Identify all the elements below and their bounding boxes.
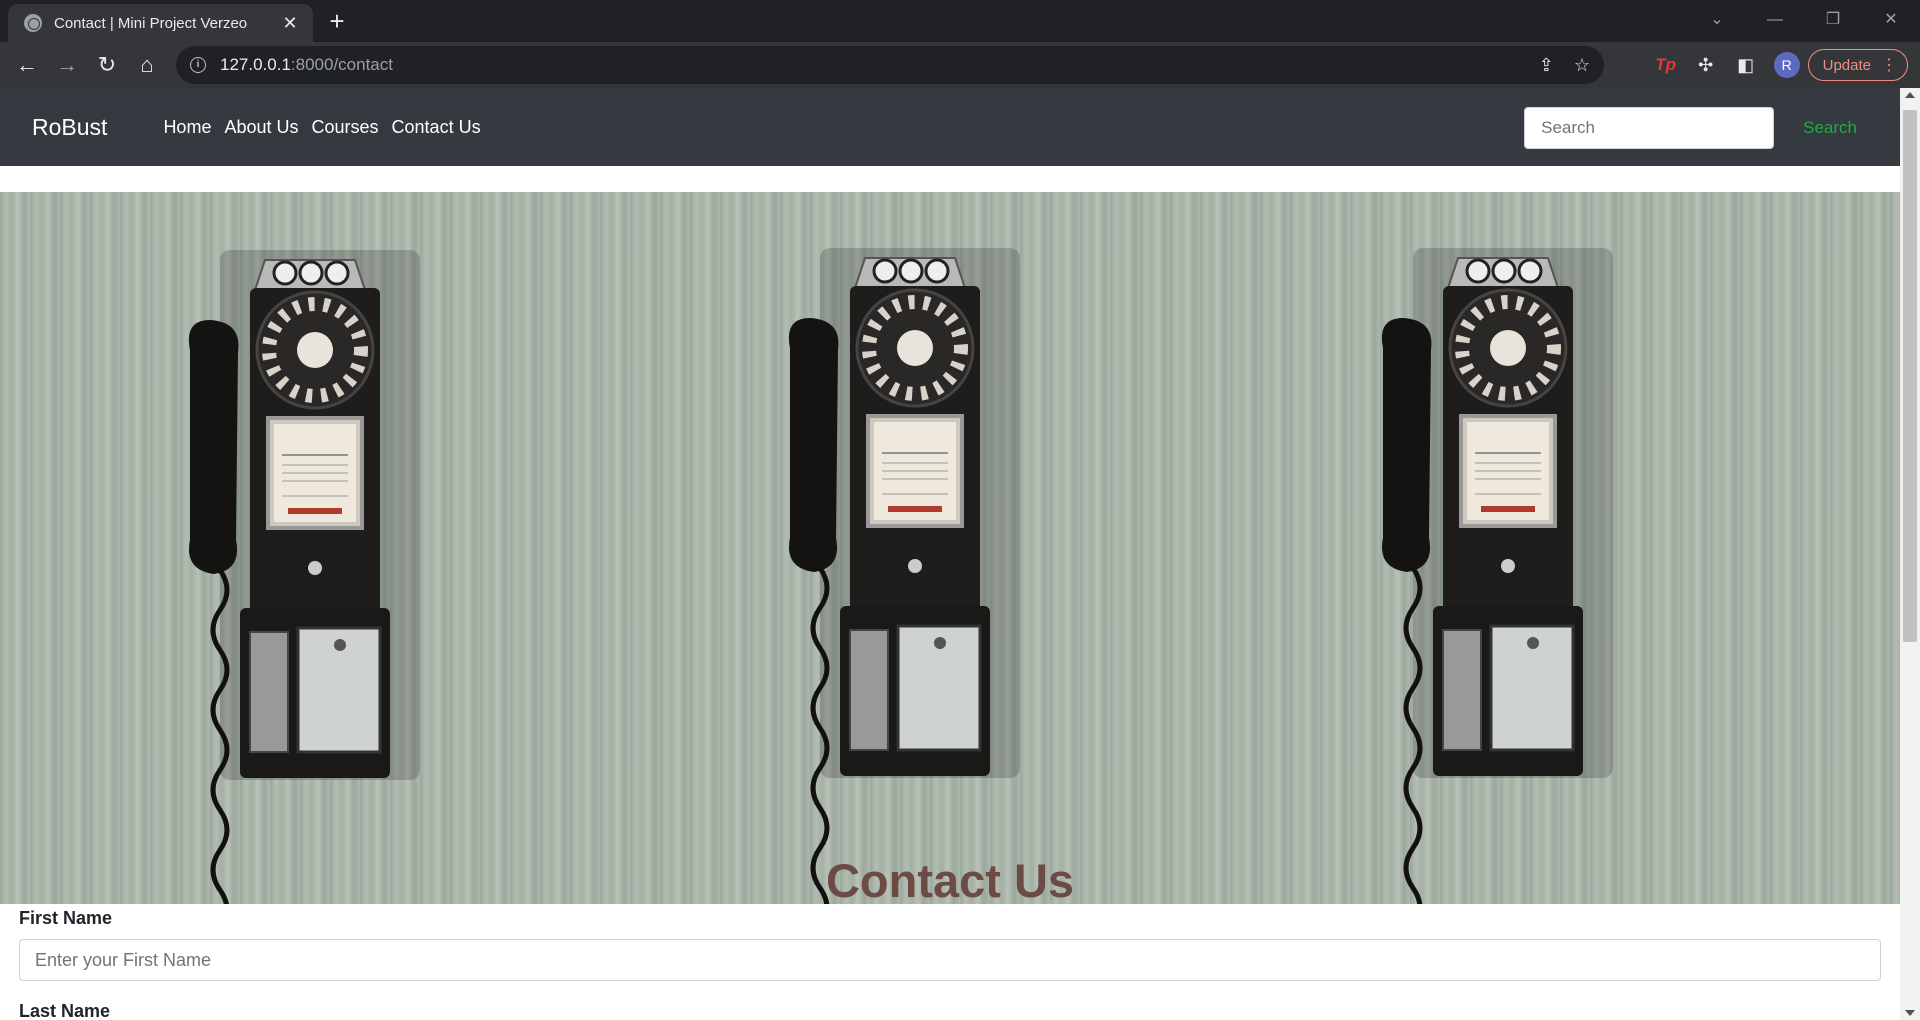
browser-toolbar: ← → ↻ ⌂ i 127.0.0.1 :8000/contact ⇪ ☆ Tp… — [0, 42, 1920, 88]
share-icon[interactable]: ⇪ — [1539, 55, 1554, 76]
update-button[interactable]: Update ⋮ — [1807, 49, 1908, 81]
tab-search-icon[interactable]: ⌄ — [1688, 0, 1746, 40]
first-name-label: First Name — [19, 908, 113, 928]
page-title: Contact Us — [825, 854, 1075, 904]
search-form: Search — [1524, 107, 1872, 149]
scrollbar-thumb[interactable] — [1903, 110, 1917, 642]
home-icon[interactable]: ⌂ — [127, 45, 167, 85]
profile-avatar[interactable]: R — [1773, 52, 1800, 78]
side-panel-icon[interactable]: ◧ — [1726, 55, 1766, 76]
first-name-group: First Name — [19, 908, 1881, 981]
payphones-illustration — [0, 192, 1900, 904]
scroll-up-icon[interactable] — [1905, 92, 1915, 98]
page-scrollbar[interactable] — [1900, 88, 1920, 1020]
new-tab-icon[interactable]: + — [322, 6, 352, 36]
search-button[interactable]: Search — [1788, 107, 1872, 149]
restore-icon[interactable]: ❐ — [1804, 0, 1862, 40]
address-bar[interactable]: i 127.0.0.1 :8000/contact ⇪ ☆ — [176, 46, 1604, 84]
browser-tabstrip: Contact | Mini Project Verzeo ✕ + ⌄ — ❐ … — [0, 0, 1920, 42]
first-name-field[interactable] — [19, 939, 1881, 981]
nav-link-home[interactable]: Home — [163, 117, 211, 138]
site-navbar: RoBust Home About Us Courses Contact Us … — [0, 88, 1900, 166]
last-name-group: Last Name — [19, 1001, 1881, 1020]
extension-tp-icon[interactable]: Tp — [1646, 55, 1686, 75]
page-viewport: RoBust Home About Us Courses Contact Us … — [0, 88, 1900, 1020]
tab-title: Contact | Mini Project Verzeo — [54, 14, 248, 32]
url-host: 127.0.0.1 — [220, 55, 291, 74]
globe-icon — [24, 14, 42, 32]
search-input[interactable] — [1524, 107, 1775, 149]
bookmark-star-icon[interactable]: ☆ — [1574, 55, 1590, 76]
scroll-down-icon[interactable] — [1905, 1010, 1915, 1016]
forward-icon[interactable]: → — [47, 45, 87, 85]
update-label: Update — [1822, 56, 1871, 74]
nav-link-contact[interactable]: Contact Us — [392, 117, 481, 138]
nav-link-about[interactable]: About Us — [224, 117, 298, 138]
nav-links: Home About Us Courses Contact Us — [163, 117, 480, 138]
nav-link-courses[interactable]: Courses — [312, 117, 379, 138]
contact-form: First Name Last Name — [19, 908, 1881, 1020]
menu-dots-icon[interactable]: ⋮ — [1881, 55, 1897, 75]
browser-tab[interactable]: Contact | Mini Project Verzeo ✕ — [8, 4, 313, 42]
close-window-icon[interactable]: ✕ — [1862, 0, 1920, 40]
minimize-icon[interactable]: — — [1746, 0, 1804, 40]
close-tab-icon[interactable]: ✕ — [279, 13, 301, 34]
extensions-puzzle-icon[interactable]: ✣ — [1686, 55, 1726, 76]
site-info-icon[interactable]: i — [190, 57, 206, 73]
window-controls: ⌄ — ❐ ✕ — [1688, 0, 1920, 40]
back-icon[interactable]: ← — [7, 45, 47, 85]
url-path: :8000/contact — [290, 55, 393, 74]
hero-banner: Contact Us — [0, 192, 1900, 904]
last-name-label: Last Name — [19, 1001, 111, 1020]
reload-icon[interactable]: ↻ — [87, 45, 127, 85]
brand-logo[interactable]: RoBust — [32, 114, 107, 141]
